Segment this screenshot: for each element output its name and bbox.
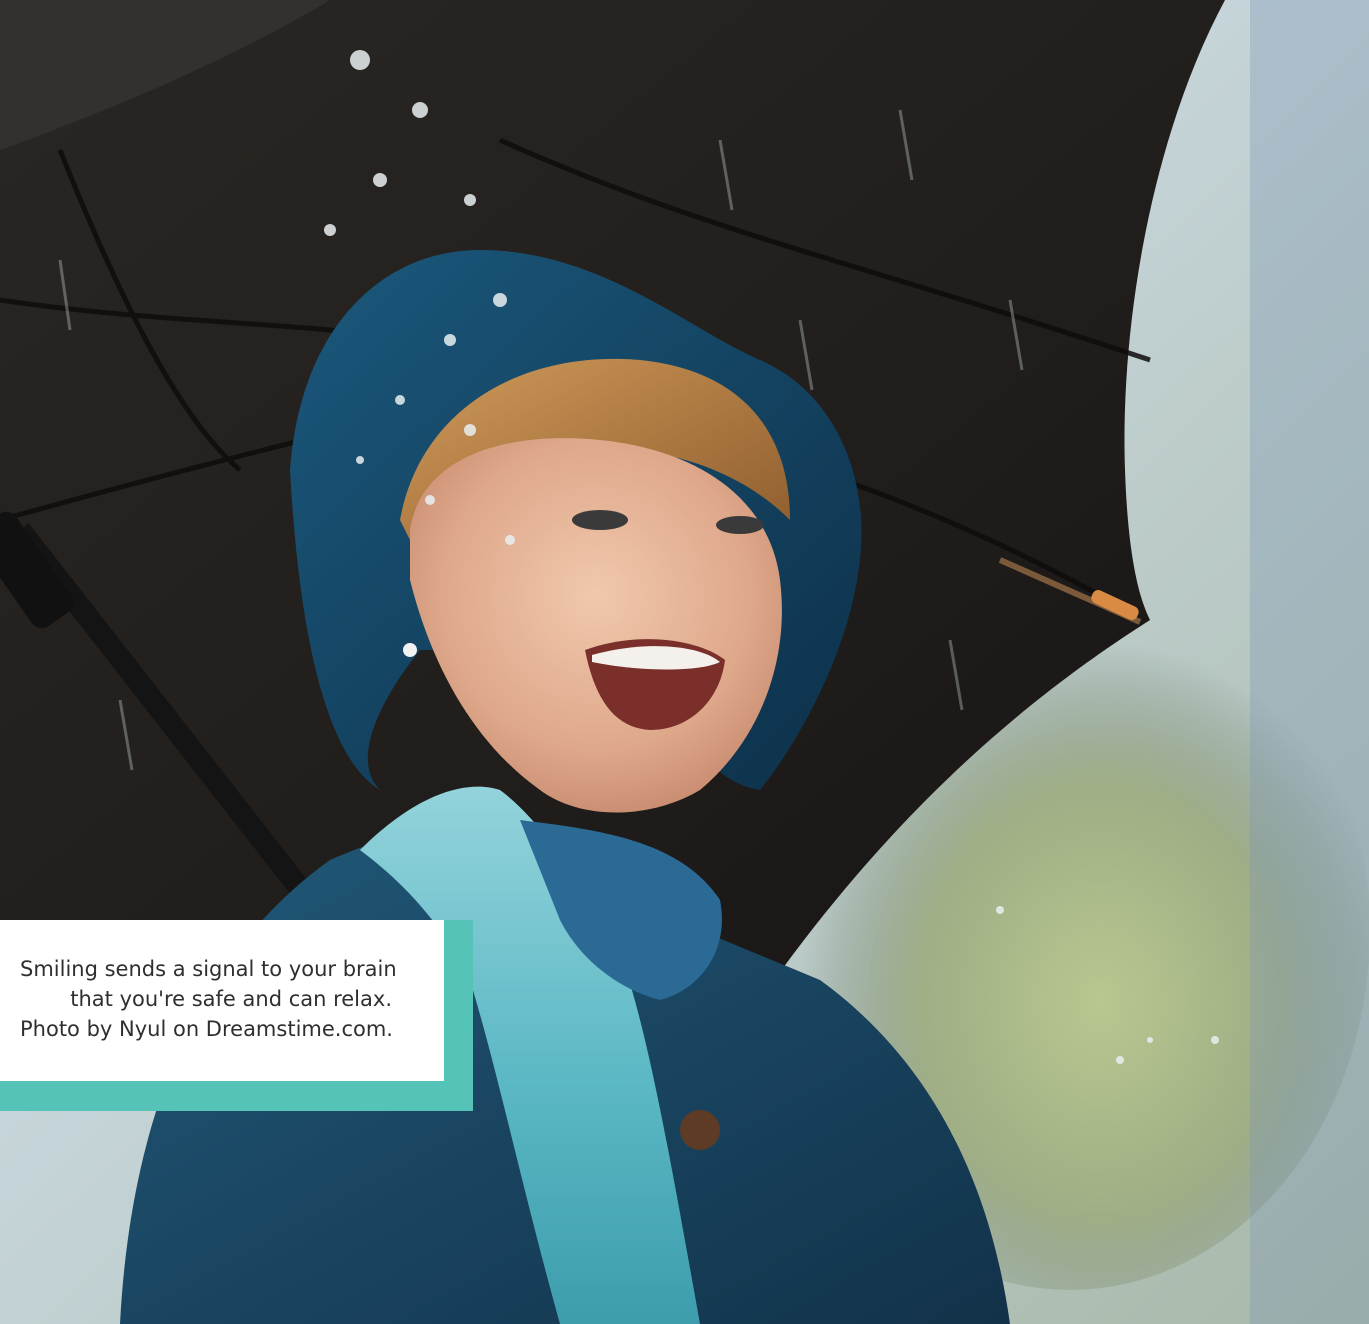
woman-umbrella-photo: [0, 0, 1369, 1324]
caption-credit: Photo by Nyul on Dreamstime.com.: [20, 1017, 393, 1041]
caption-card: Smiling sends a signal to your brain tha…: [0, 920, 444, 1081]
caption-line-2: that you're safe and can relax.: [70, 987, 392, 1011]
photo-stage: Smiling sends a signal to your brain tha…: [0, 0, 1369, 1324]
caption-line-1: Smiling sends a signal to your brain: [20, 957, 397, 981]
photo-caption: Smiling sends a signal to your brain tha…: [0, 920, 473, 1111]
